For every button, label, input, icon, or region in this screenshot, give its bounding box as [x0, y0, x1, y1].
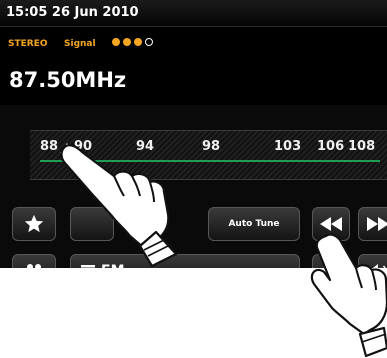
favourites-button[interactable]: [12, 207, 56, 241]
frequency-display: 87.50MHz: [9, 68, 127, 92]
tuning-tick-label: 98: [202, 139, 221, 154]
tuning-tick-label: 106: [317, 139, 345, 154]
rewind-icon: [320, 217, 342, 231]
signal-dot-filled: [112, 38, 120, 46]
signal-label: Signal: [64, 39, 96, 49]
tuning-tick-label: 108: [348, 139, 376, 154]
auto-tune-button[interactable]: Auto Tune: [208, 207, 300, 241]
grid-menu-icon: [27, 264, 41, 268]
tuning-tick-label: 103: [274, 139, 302, 154]
signal-dot-empty: [145, 38, 153, 46]
fast-forward-icon: [367, 217, 387, 231]
pointing-hand-icon: [310, 233, 387, 358]
pointing-hand-icon: [60, 144, 178, 268]
menu-button[interactable]: [12, 254, 56, 268]
signal-dot-filled: [134, 38, 142, 46]
stereo-indicator: STEREO: [8, 39, 48, 49]
station-info-panel: [0, 27, 387, 105]
status-bar: 15:05 26 Jun 2010: [0, 0, 387, 27]
star-icon: [24, 214, 44, 233]
signal-dot-filled: [123, 38, 131, 46]
clock-date: 15:05 26 Jun 2010: [6, 5, 139, 20]
